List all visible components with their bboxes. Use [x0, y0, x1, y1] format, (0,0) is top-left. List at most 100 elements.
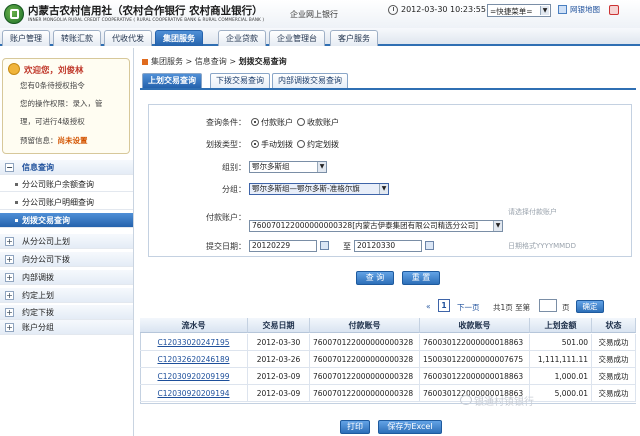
- sitemap-link[interactable]: 网银地图: [570, 4, 600, 15]
- cell-payee: 150030122000000007675: [420, 351, 530, 368]
- payer-account-label: 付款账户：: [206, 213, 246, 222]
- nav-tab-admin[interactable]: 企业管理台: [269, 30, 325, 46]
- submit-date-label: 提交日期：: [206, 242, 246, 251]
- cell-status: 交易成功: [592, 351, 636, 368]
- col-header-date: 交易日期: [248, 318, 310, 333]
- nav-tab-group-service[interactable]: 集团服务: [155, 30, 203, 46]
- nav-tab-customer-service[interactable]: 客户服务: [330, 30, 378, 46]
- date-to-label: 至: [343, 242, 351, 251]
- chevron-down-icon: ▼: [379, 184, 388, 194]
- logout-icon[interactable]: [609, 5, 619, 15]
- cell-date: 2012-03-09: [248, 385, 310, 402]
- group-label: 组别：: [222, 163, 246, 172]
- sidebar-group-internal-transfer[interactable]: + 内部调拨: [0, 270, 133, 285]
- date-from-input[interactable]: 20120229: [249, 240, 317, 252]
- col-header-serial: 流水号: [140, 318, 248, 333]
- col-header-amount: 上划金额: [530, 318, 592, 333]
- tab-internal-query[interactable]: 内部调拨交易查询: [272, 73, 348, 88]
- cell-payer: 760070122000000000328: [310, 334, 420, 351]
- expand-icon: +: [5, 291, 14, 300]
- cell-amount: 5,000.01: [530, 385, 592, 402]
- save-excel-button[interactable]: 保存为Excel: [378, 420, 442, 434]
- cell-status: 交易成功: [592, 334, 636, 351]
- collapse-icon: −: [5, 163, 14, 172]
- payer-account-value: 760070122000000000328[内蒙古伊泰集团有限公司精选分公司]: [252, 221, 479, 230]
- reserved-info: 预留信息：尚未设置: [20, 136, 88, 145]
- smiley-icon: [8, 63, 20, 75]
- subgroup-select[interactable]: 鄂尔多斯组—鄂尔多斯-准格尔旗 ▼: [249, 183, 389, 195]
- tab-upward-query[interactable]: 上划交易查询: [142, 73, 202, 88]
- reserved-info-value: 尚未设置: [57, 136, 88, 145]
- reset-button[interactable]: 重 置: [402, 271, 440, 285]
- sidebar-group-scheduled-up[interactable]: + 约定上划: [0, 288, 133, 303]
- permission-text-cont: 理，可进行4级授权: [20, 117, 85, 126]
- date-to-input[interactable]: 20120330: [354, 240, 422, 252]
- brand-name-english: INNER MONGOLIA RURAL CREDIT COOPERATIVE …: [28, 17, 265, 22]
- page-number-input[interactable]: [539, 299, 557, 312]
- expand-icon: +: [5, 308, 14, 317]
- date-format-hint: 日期格式YYYYMMDD: [508, 242, 576, 250]
- subgroup-select-value: 鄂尔多斯组—鄂尔多斯-准格尔旗: [252, 184, 360, 193]
- print-button[interactable]: 打印: [340, 420, 370, 434]
- current-page[interactable]: 1: [438, 299, 450, 312]
- clock-icon: [388, 5, 398, 15]
- col-header-status: 状态: [592, 318, 636, 333]
- nav-tab-transfer[interactable]: 转账汇款: [53, 30, 101, 46]
- cell-date: 2012-03-26: [248, 351, 310, 368]
- expand-icon: +: [5, 273, 14, 282]
- sidebar-item-branch-balance[interactable]: 分公司账户余额查询: [0, 177, 133, 192]
- cell-payee: 760030122000000018863: [420, 334, 530, 351]
- serial-link[interactable]: C12030920209194: [140, 385, 248, 402]
- expand-icon: +: [5, 255, 14, 264]
- radio-scheduled-transfer[interactable]: [297, 140, 305, 148]
- serial-link[interactable]: C12033020247195: [140, 334, 248, 351]
- payer-account-select[interactable]: 760070122000000000328[内蒙古伊泰集团有限公司精选分公司] ▼: [249, 220, 503, 232]
- sidebar-group-upward-transfer[interactable]: + 从分公司上划: [0, 234, 133, 249]
- serial-link[interactable]: C12032620246189: [140, 351, 248, 368]
- go-page-button[interactable]: 确定: [576, 300, 604, 313]
- group-select[interactable]: 鄂尔多斯组 ▼: [249, 161, 327, 173]
- quick-menu-select[interactable]: =快捷菜单= ▼: [487, 4, 551, 17]
- cell-payee: 760030122000000018863: [420, 368, 530, 385]
- radio-payer-account[interactable]: [251, 118, 259, 126]
- welcome-title: 欢迎您，刘俊林: [24, 66, 84, 76]
- watermark-text: 银通村镇银行: [474, 397, 534, 408]
- chevron-down-icon: ▼: [317, 162, 326, 172]
- nav-tab-loan[interactable]: 企业贷款: [218, 30, 266, 46]
- page-unit: 页: [562, 303, 570, 312]
- first-page-button[interactable]: «: [426, 302, 431, 311]
- quick-menu-value: =快捷菜单=: [490, 7, 533, 16]
- sidebar-group-info-query[interactable]: − 信息查询: [0, 160, 133, 175]
- radio-payer-label: 付款账户: [261, 118, 293, 127]
- calendar-icon[interactable]: [425, 241, 434, 250]
- radio-payee-account[interactable]: [297, 118, 305, 126]
- sidebar-group-account-group[interactable]: + 账户分组: [0, 320, 133, 335]
- cell-status: 交易成功: [592, 385, 636, 402]
- payer-account-hint: 请选择付款账户: [508, 208, 557, 216]
- bullet-icon: [15, 201, 18, 204]
- transfer-type-label: 划拨类型：: [206, 140, 246, 149]
- radio-manual-transfer[interactable]: [251, 140, 259, 148]
- sidebar-item-branch-detail[interactable]: 分公司账户明细查询: [0, 195, 133, 210]
- breadcrumb-icon: [142, 59, 148, 65]
- breadcrumb-current: 划拨交易查询: [238, 57, 287, 66]
- pending-auth-text: 您有0条待授权指令: [20, 81, 85, 90]
- nav-tab-collect-pay[interactable]: 代收代发: [104, 30, 152, 46]
- permission-text: 您的操作权限：录入，管: [20, 99, 103, 108]
- next-page-link[interactable]: 下一页: [457, 302, 480, 313]
- cell-payer: 760070122000000000328: [310, 385, 420, 402]
- calendar-icon[interactable]: [320, 241, 329, 250]
- chevron-down-icon: ▼: [493, 221, 502, 231]
- sidebar-item-transfer-query[interactable]: 划拨交易查询: [0, 213, 133, 228]
- query-button[interactable]: 查 询: [356, 271, 394, 285]
- radio-manual-label: 手动划拨: [261, 140, 293, 149]
- nav-tab-account[interactable]: 账户管理: [2, 30, 50, 46]
- user-name: 刘俊林: [58, 66, 84, 76]
- wechat-icon: [460, 395, 472, 405]
- page-summary: 共1页 至第: [493, 303, 531, 312]
- sidebar-group-scheduled-down[interactable]: + 约定下拨: [0, 305, 133, 320]
- query-condition-label: 查询条件：: [206, 118, 246, 127]
- serial-link[interactable]: C12030920209199: [140, 368, 248, 385]
- sidebar-group-downward-transfer[interactable]: + 向分公司下拨: [0, 252, 133, 267]
- tab-downward-query[interactable]: 下拨交易查询: [210, 73, 270, 88]
